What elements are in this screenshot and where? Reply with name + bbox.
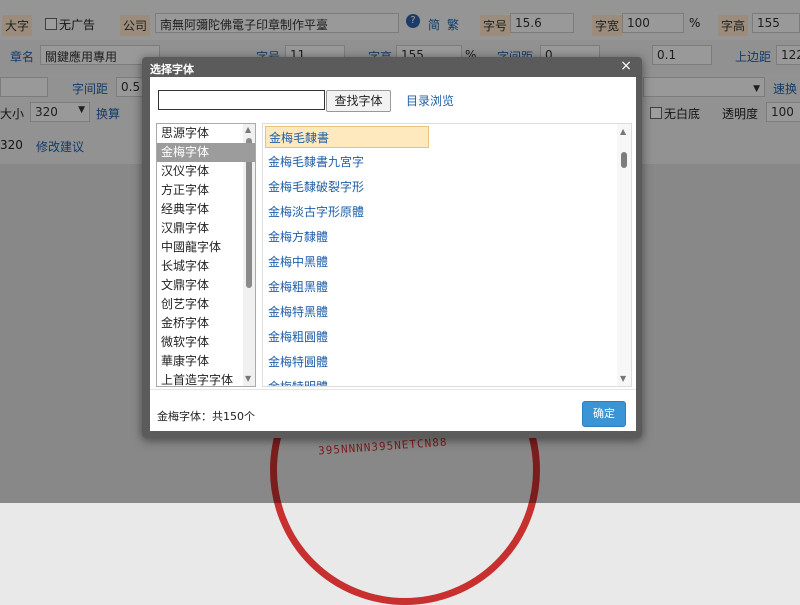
category-item[interactable]: 经典字体 bbox=[157, 200, 255, 219]
footer-divider bbox=[150, 389, 636, 390]
font-item[interactable]: 金梅中黑體 bbox=[265, 251, 429, 273]
font-item[interactable]: 金梅特圓體 bbox=[265, 351, 429, 373]
category-item[interactable]: 思源字体 bbox=[157, 124, 255, 143]
font-count-label: 金梅字体：共150个 bbox=[157, 410, 255, 423]
category-item[interactable]: 中國龍字体 bbox=[157, 238, 255, 257]
font-item[interactable]: 金梅特黑體 bbox=[265, 301, 429, 323]
category-item[interactable]: 创艺字体 bbox=[157, 295, 255, 314]
category-list: ▲ ▼ 思源字体 金梅字体 汉仪字体 方正字体 经典字体 汉鼎字体 中國龍字体 长城字体 文鼎字… bbox=[156, 123, 256, 387]
font-item[interactable]: 金梅毛隸破裂字形 bbox=[265, 176, 429, 198]
category-item[interactable]: 金梅字体 bbox=[157, 143, 255, 162]
dialog-title: 选择字体 bbox=[150, 63, 194, 76]
font-list-scrollbar[interactable]: ▲ ▼ bbox=[617, 124, 631, 386]
category-item[interactable]: 文鼎字体 bbox=[157, 276, 255, 295]
browse-directory-link[interactable]: 目录浏览 bbox=[406, 92, 454, 109]
font-item[interactable]: 金梅毛隸書 bbox=[265, 126, 429, 148]
category-item[interactable]: 汉仪字体 bbox=[157, 162, 255, 181]
category-item[interactable]: 方正字体 bbox=[157, 181, 255, 200]
category-item[interactable]: 微软字体 bbox=[157, 333, 255, 352]
category-item[interactable]: 上首造字字体 bbox=[157, 371, 255, 386]
font-item[interactable]: 金梅粗黑體 bbox=[265, 276, 429, 298]
scroll-up-icon[interactable]: ▲ bbox=[620, 127, 626, 136]
category-item[interactable]: 汉鼎字体 bbox=[157, 219, 255, 238]
category-item[interactable]: 金桥字体 bbox=[157, 314, 255, 333]
category-item[interactable]: 華康字体 bbox=[157, 352, 255, 371]
font-search-input[interactable] bbox=[158, 90, 325, 110]
font-list: ▲ ▼ 金梅毛隸書金梅毛隸書九宮字 金梅毛隸破裂字形 金梅淡古字形原體 金梅方隸體金梅… bbox=[262, 123, 632, 387]
dialog-body: 查找字体 目录浏览 ▲ ▼ 思源字体 金梅字体 汉仪字体 方正字体 经典字体 汉鼎字体 中國… bbox=[150, 77, 636, 431]
scroll-down-icon[interactable]: ▼ bbox=[620, 374, 626, 383]
font-item[interactable]: 金梅淡古字形原體 bbox=[265, 201, 429, 223]
font-item[interactable]: 金梅特明體 bbox=[265, 376, 429, 386]
font-scroll-thumb[interactable] bbox=[621, 152, 627, 168]
close-icon[interactable]: × bbox=[620, 58, 632, 74]
font-picker-dialog: 选择字体 × 查找字体 目录浏览 ▲ ▼ 思源字体 金梅字体 汉仪字体 方正字体 经典字… bbox=[142, 57, 642, 438]
search-font-button[interactable]: 查找字体 bbox=[326, 90, 391, 112]
font-item[interactable]: 金梅粗圓體 bbox=[265, 326, 429, 348]
category-item[interactable]: 长城字体 bbox=[157, 257, 255, 276]
confirm-button[interactable]: 确定 bbox=[582, 401, 626, 427]
font-item[interactable]: 金梅方隸體 bbox=[265, 226, 429, 248]
font-item[interactable]: 金梅毛隸書九宮字 bbox=[265, 151, 429, 173]
